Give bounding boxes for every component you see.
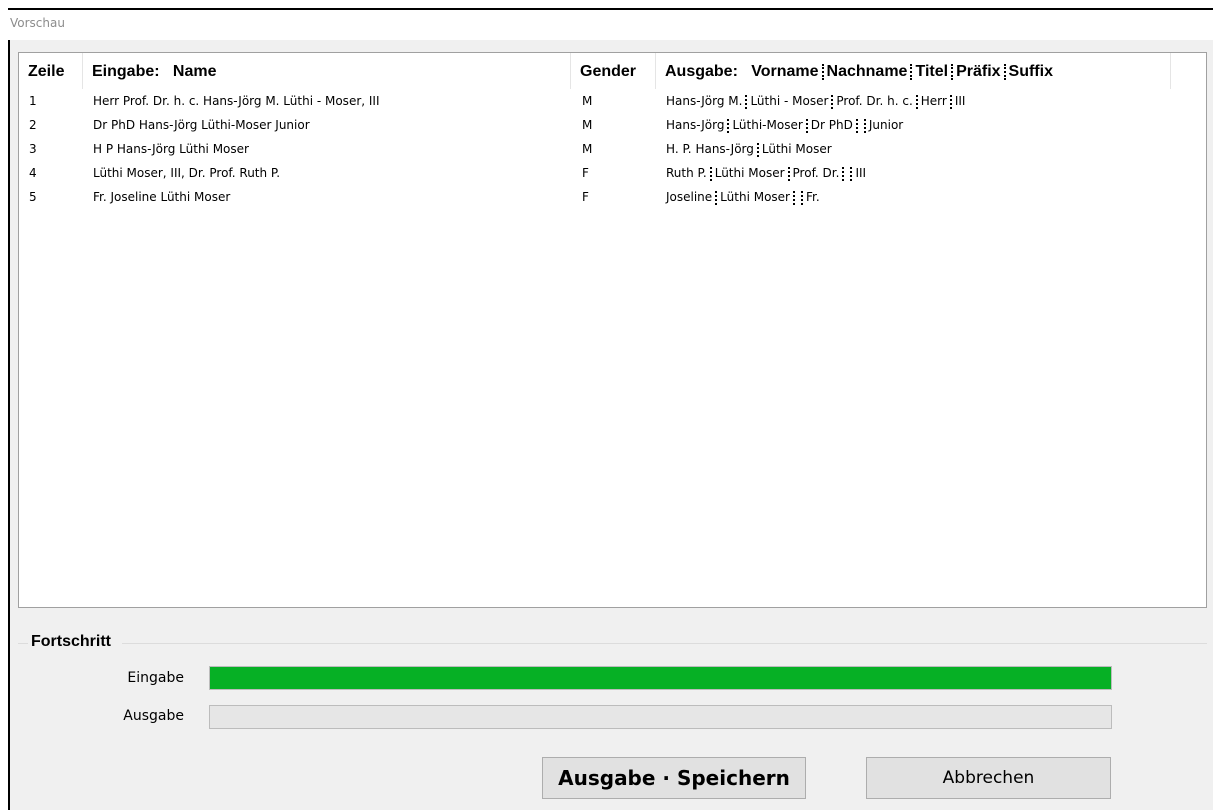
field-separator [745,94,748,109]
cell-eingabe: Lüthi Moser, III, Dr. Prof. Ruth P. [93,166,281,180]
ausgabe-part: Dr PhD [810,118,853,132]
eingabe-progress-label: Eingabe [127,670,184,686]
field-separator [805,118,808,133]
cell-eingabe: Dr PhD Hans-Jörg Lüthi-Moser Junior [93,118,310,132]
table-row[interactable]: 3 H P Hans-Jörg Lüthi Moser M H. P. Hans-Jö… [19,137,1206,161]
field-separator [709,166,712,181]
column-header-eingabe[interactable]: Eingabe: Name [83,53,571,89]
ausgabe-part: Prof. Dr. [792,166,840,180]
table-row[interactable]: 2 Dr PhD Hans-Jörg Lüthi-Moser Junior M Han… [19,113,1206,137]
ausgabe-part: Joseline [666,190,713,204]
table-header: Zeile Eingabe: Name Gender Ausgabe: Vorn… [19,53,1206,89]
cell-gender: M [582,118,593,132]
ausgabe-part: Hans-Jörg [666,118,725,132]
field-separator [727,118,730,133]
progress-group-title: Fortschritt [31,633,111,650]
field-separator [855,118,858,133]
ausgabe-progress-label: Ausgabe [123,708,184,724]
field-separator [1003,63,1006,80]
ausgabe-part: Lüthi Moser [761,142,832,156]
group-divider [18,643,28,644]
cell-ausgabe: Hans-Jörg Lüthi-Moser Dr PhD Junior [656,113,903,137]
group-divider [122,643,1207,644]
column-header-gender[interactable]: Gender [571,53,656,89]
ausgabe-header-prefix: Ausgabe: [665,63,738,80]
field-separator [831,94,834,109]
ausgabe-header-parts: Vorname Nachname Titel Präfix Suffix [751,63,1053,80]
ausgabe-header-part: Nachname [826,63,908,80]
window-title: Vorschau [10,16,65,30]
cell-zeile: 1 [29,94,37,108]
eingabe-progress-fill [210,667,1111,689]
field-separator [951,63,954,80]
cell-zeile: 5 [29,190,37,204]
cell-ausgabe: Ruth P. Lüthi Moser Prof. Dr. III [656,161,866,185]
cell-gender: M [582,94,593,108]
table-row[interactable]: 1 Herr Prof. Dr. h. c. Hans-Jörg M. Lüthi… [19,89,1206,113]
ausgabe-progress-bar [209,705,1112,729]
save-output-button[interactable]: Ausgabe · Speichern [542,757,806,799]
cell-ausgabe: Hans-Jörg M. Lüthi - Moser Prof. Dr. h. c.… [656,89,965,113]
ausgabe-header-part: Vorname [751,63,819,80]
eingabe-progress-bar [209,666,1112,690]
field-separator [756,142,759,157]
ausgabe-part: Fr. [805,190,820,204]
table-row[interactable]: 5 Fr. Joseline Lüthi Moser F Joseline Lüthi … [19,185,1206,209]
field-separator [863,118,866,133]
ausgabe-part: Prof. Dr. h. c. [836,94,913,108]
ausgabe-part: III [855,166,867,180]
cell-eingabe: H P Hans-Jörg Lüthi Moser [93,142,249,156]
cell-zeile: 2 [29,118,37,132]
ausgabe-part: Lüthi-Moser [732,118,803,132]
field-separator [821,63,824,80]
preview-table[interactable]: Zeile Eingabe: Name Gender Ausgabe: Vorn… [18,52,1207,608]
ausgabe-part: Hans-Jörg M. [666,94,743,108]
field-separator [910,63,913,80]
field-separator [850,166,853,181]
ausgabe-part: Junior [868,118,904,132]
field-separator [949,94,952,109]
ausgabe-part: III [954,94,966,108]
field-separator [715,190,718,205]
cancel-button[interactable]: Abbrechen [866,757,1111,799]
cell-gender: M [582,142,593,156]
ausgabe-part: Lüthi Moser [720,190,790,204]
cell-eingabe: Herr Prof. Dr. h. c. Hans-Jörg M. Lüthi … [93,94,380,108]
ausgabe-part: Lüthi - Moser [750,94,829,108]
cell-gender: F [582,166,589,180]
column-header-ausgabe[interactable]: Ausgabe: Vorname Nachname Titel Präfix Suffi… [656,53,1171,89]
cell-eingabe: Fr. Joseline Lüthi Moser [93,190,231,204]
title-bar [8,10,1213,40]
ausgabe-part: Ruth P. [666,166,707,180]
field-separator [915,94,918,109]
ausgabe-header-part: Präfix [956,63,1001,80]
field-separator [842,166,845,181]
cell-zeile: 4 [29,166,37,180]
ausgabe-header-part: Suffix [1008,63,1053,80]
ausgabe-part: Lüthi Moser [714,166,785,180]
table-row[interactable]: 4 Lüthi Moser, III, Dr. Prof. Ruth P. F Rut… [19,161,1206,185]
field-separator [787,166,790,181]
ausgabe-part: H. P. Hans-Jörg [666,142,754,156]
column-header-zeile[interactable]: Zeile [19,53,83,89]
cell-zeile: 3 [29,142,37,156]
ausgabe-header-part: Titel [915,63,949,80]
field-separator [792,190,795,205]
field-separator [800,190,803,205]
cell-ausgabe: Joseline Lüthi Moser Fr. [656,185,820,209]
cell-gender: F [582,190,589,204]
ausgabe-part: Herr [920,94,947,108]
cell-ausgabe: H. P. Hans-Jörg Lüthi Moser [656,137,832,161]
